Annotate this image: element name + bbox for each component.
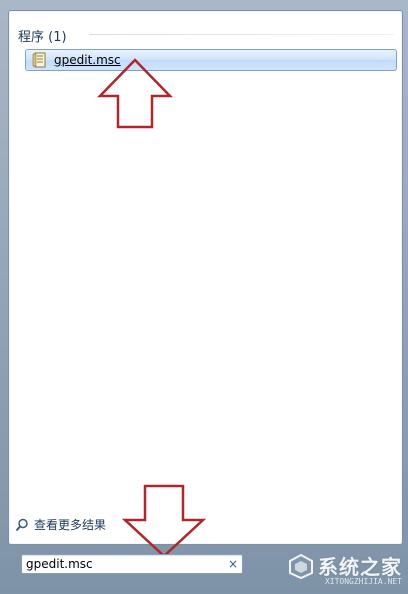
section-divider [89,34,394,35]
see-more-label: 查看更多结果 [34,518,107,532]
watermark-subtitle: XITONGZHIJIA.NET [324,577,402,586]
see-more-results-link[interactable]: 查看更多结果 [15,516,106,533]
search-input[interactable] [26,556,216,572]
up-arrow-annotation [97,58,173,129]
result-item-gpedit[interactable]: gpedit.msc [25,49,397,71]
clear-search-button[interactable]: × [228,556,238,572]
start-search-box[interactable]: × [21,554,243,574]
search-results-panel: 程序 (1) gpedit.msc [8,10,403,545]
watermark: 系统之家 XITONGZHIJIA.NET [288,551,402,586]
watermark-title: 系统之家 [318,555,402,579]
search-icon [15,518,28,531]
watermark-logo-icon [289,553,313,579]
msc-file-icon [32,52,48,68]
down-arrow-annotation [121,484,207,558]
programs-section-header: 程序 (1) [18,30,67,45]
